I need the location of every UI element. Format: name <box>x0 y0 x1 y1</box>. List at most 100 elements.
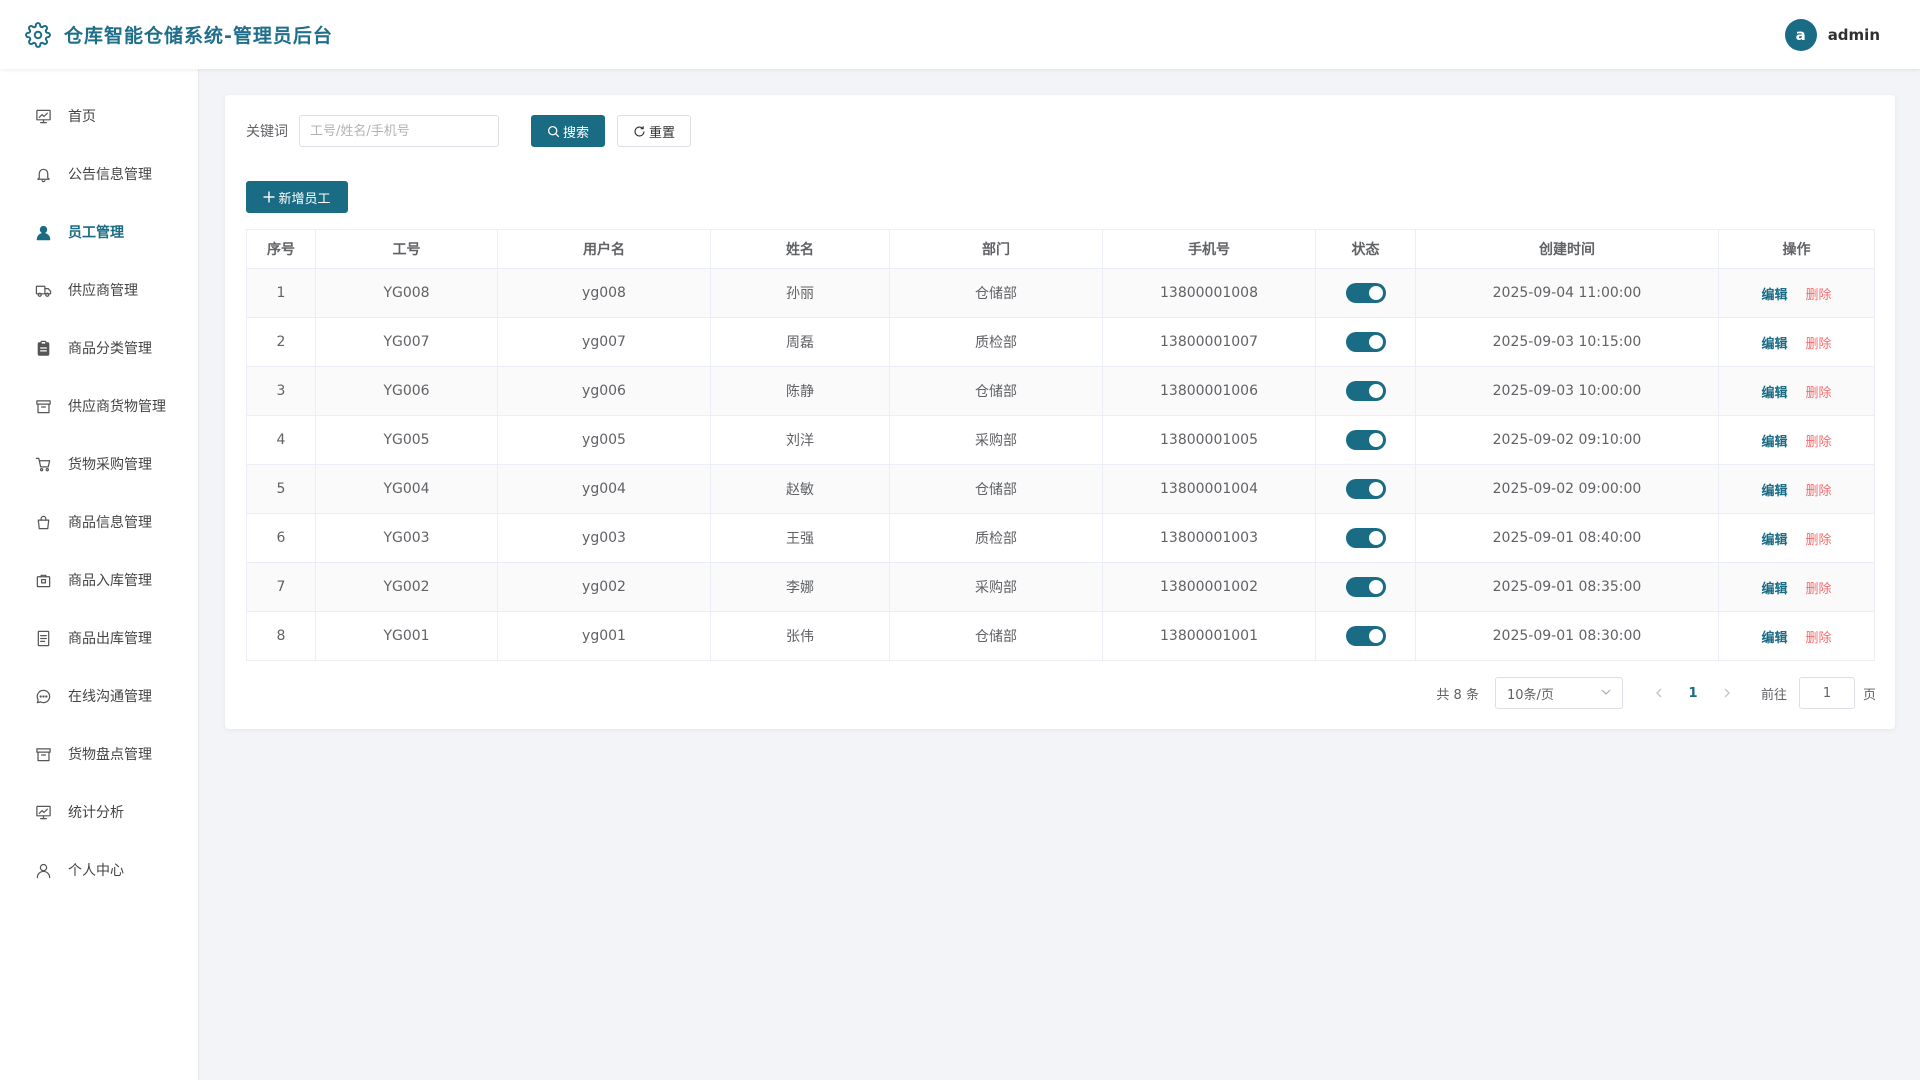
edit-link[interactable]: 编辑 <box>1761 533 1787 548</box>
cell-dept: 仓储部 <box>889 611 1103 661</box>
sidebar-item-13[interactable]: 统计分析 <box>0 783 198 841</box>
sidebar-item-11[interactable]: 在线沟通管理 <box>0 667 198 725</box>
column-header: 手机号 <box>1102 229 1316 269</box>
cell-emp-no: YG005 <box>315 415 498 465</box>
cell-phone: 13800001005 <box>1102 415 1316 465</box>
column-header: 用户名 <box>497 229 711 269</box>
cell-index: 4 <box>246 415 316 465</box>
status-toggle[interactable] <box>1345 381 1386 401</box>
delete-link[interactable]: 删除 <box>1806 337 1832 352</box>
sidebar-item-4[interactable]: 供应商管理 <box>0 261 198 319</box>
search-bar: 关键词 搜索 重置 <box>246 115 691 147</box>
sidebar-item-8[interactable]: 商品信息管理 <box>0 493 198 551</box>
sidebar-item-label: 首页 <box>68 109 96 125</box>
sidebar-item-label: 货物盘点管理 <box>68 747 152 763</box>
sidebar-item-1[interactable]: 首页 <box>0 87 198 145</box>
reset-button[interactable]: 重置 <box>617 115 691 147</box>
cell-emp-no: YG008 <box>315 268 498 318</box>
cell-phone: 13800001008 <box>1102 268 1316 318</box>
cell-actions: 编辑 删除 <box>1718 268 1875 318</box>
status-toggle[interactable] <box>1345 479 1386 499</box>
cell-phone: 13800001007 <box>1102 317 1316 367</box>
cell-dept: 仓储部 <box>889 464 1103 514</box>
cell-name: 李娜 <box>710 562 890 612</box>
add-employee-button[interactable]: 新增员工 <box>246 181 348 213</box>
cell-status <box>1315 513 1416 563</box>
page-number-current[interactable]: 1 <box>1681 686 1705 701</box>
box-icon <box>34 745 52 763</box>
cell-status <box>1315 317 1416 367</box>
avatar[interactable]: a <box>1784 18 1817 51</box>
delete-link[interactable]: 删除 <box>1806 386 1832 401</box>
status-toggle[interactable] <box>1345 528 1386 548</box>
delete-link[interactable]: 删除 <box>1806 533 1832 548</box>
edit-link[interactable]: 编辑 <box>1761 582 1787 597</box>
cell-created: 2025-09-03 10:00:00 <box>1415 366 1719 416</box>
keyword-input[interactable] <box>299 115 499 147</box>
toggle-knob <box>1368 482 1383 496</box>
search-icon <box>547 125 560 138</box>
cell-status <box>1315 562 1416 612</box>
chevron-left-icon <box>1656 688 1662 698</box>
cell-status <box>1315 366 1416 416</box>
sidebar-item-label: 公告信息管理 <box>68 167 152 183</box>
edit-link[interactable]: 编辑 <box>1761 386 1787 401</box>
edit-link[interactable]: 编辑 <box>1761 337 1787 352</box>
sidebar-item-3[interactable]: 员工管理 <box>0 203 198 261</box>
user-menu[interactable]: a admin <box>1784 0 1880 69</box>
status-toggle[interactable] <box>1345 332 1386 352</box>
edit-link[interactable]: 编辑 <box>1761 631 1787 646</box>
truck-icon <box>34 281 52 299</box>
cell-index: 5 <box>246 464 316 514</box>
cell-created: 2025-09-01 08:40:00 <box>1415 513 1719 563</box>
status-toggle[interactable] <box>1345 577 1386 597</box>
cell-actions: 编辑 删除 <box>1718 317 1875 367</box>
sidebar-item-10[interactable]: 商品出库管理 <box>0 609 198 667</box>
delete-link[interactable]: 删除 <box>1806 435 1832 450</box>
status-toggle[interactable] <box>1345 430 1386 450</box>
sidebar-item-6[interactable]: 供应商货物管理 <box>0 377 198 435</box>
total-count: 共 8 条 <box>1436 687 1479 703</box>
delete-link[interactable]: 删除 <box>1806 582 1832 597</box>
delete-link[interactable]: 删除 <box>1806 288 1832 303</box>
sidebar-item-label: 个人中心 <box>68 863 124 879</box>
table-row: 4 YG005 yg005 刘洋 采购部 13800001005 2025-09-02 09… <box>246 415 1875 465</box>
table-row: 1 YG008 yg008 孙丽 仓储部 13800001008 2025-09-04 11… <box>246 268 1875 318</box>
delete-link[interactable]: 删除 <box>1806 484 1832 499</box>
goto-page-input[interactable] <box>1798 677 1855 709</box>
column-header: 操作 <box>1718 229 1875 269</box>
keyword-label: 关键词 <box>246 124 288 140</box>
username[interactable]: admin <box>1828 26 1880 44</box>
sidebar-item-5[interactable]: 商品分类管理 <box>0 319 198 377</box>
status-toggle[interactable] <box>1345 626 1386 646</box>
sidebar-item-12[interactable]: 货物盘点管理 <box>0 725 198 783</box>
edit-link[interactable]: 编辑 <box>1761 484 1787 499</box>
sidebar-item-label: 在线沟通管理 <box>68 689 152 705</box>
user-filled-icon <box>34 223 52 241</box>
document-icon <box>34 629 52 647</box>
next-page-button[interactable] <box>1715 688 1739 698</box>
search-button[interactable]: 搜索 <box>531 115 605 147</box>
edit-link[interactable]: 编辑 <box>1761 288 1787 303</box>
sidebar-item-9[interactable]: 商品入库管理 <box>0 551 198 609</box>
cell-index: 3 <box>246 366 316 416</box>
delete-link[interactable]: 删除 <box>1806 631 1832 646</box>
sidebar-item-2[interactable]: 公告信息管理 <box>0 145 198 203</box>
chart-board-icon <box>34 107 52 125</box>
chevron-right-icon <box>1724 688 1730 698</box>
sidebar-item-label: 商品出库管理 <box>68 631 152 647</box>
cell-emp-no: YG006 <box>315 366 498 416</box>
table-row: 6 YG003 yg003 王强 质检部 13800001003 2025-09-01 08… <box>246 513 1875 563</box>
cell-status <box>1315 464 1416 514</box>
sidebar-item-14[interactable]: 个人中心 <box>0 841 198 899</box>
cell-username: yg004 <box>497 464 711 514</box>
user-icon <box>34 861 52 879</box>
cell-emp-no: YG001 <box>315 611 498 661</box>
column-header: 姓名 <box>710 229 890 269</box>
page-size-select[interactable]: 10条/页 <box>1494 677 1623 709</box>
status-toggle[interactable] <box>1345 283 1386 303</box>
prev-page-button[interactable] <box>1647 688 1671 698</box>
cell-name: 陈静 <box>710 366 890 416</box>
sidebar-item-7[interactable]: 货物采购管理 <box>0 435 198 493</box>
edit-link[interactable]: 编辑 <box>1761 435 1787 450</box>
